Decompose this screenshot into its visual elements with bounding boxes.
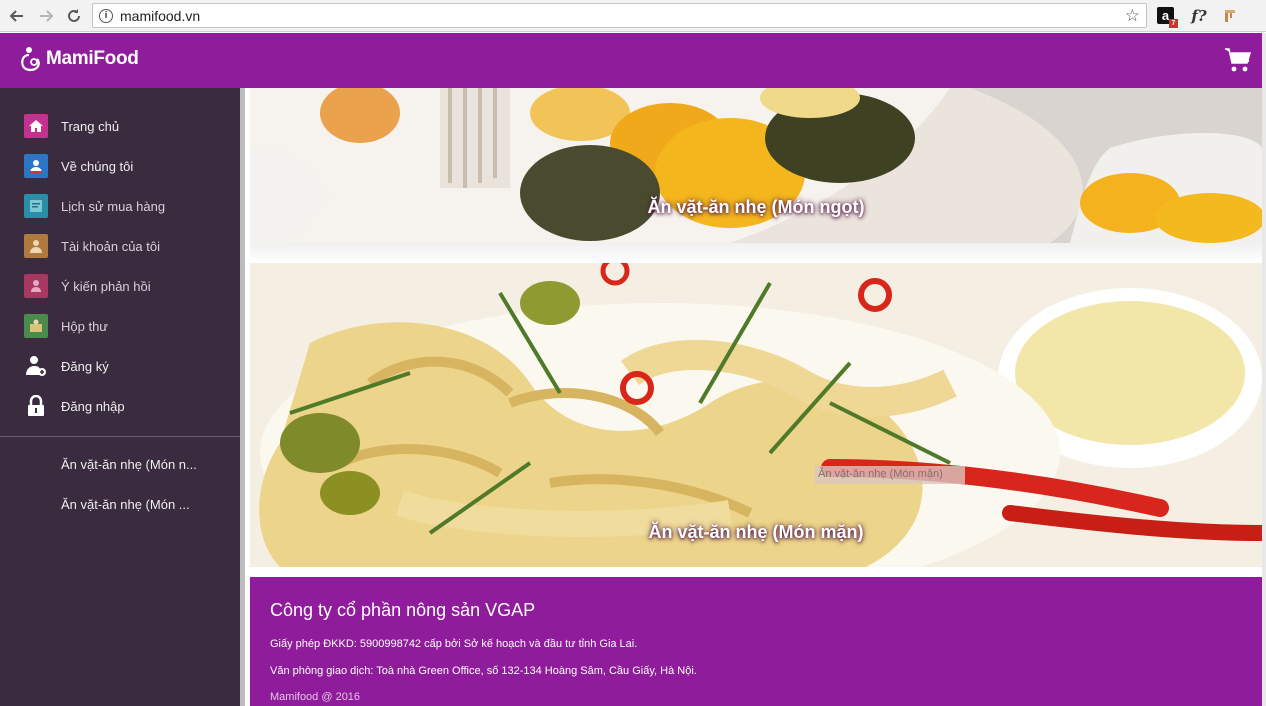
bookmark-star-icon[interactable]: ☆ [1125, 6, 1140, 26]
cart-icon[interactable] [1224, 46, 1252, 78]
banner-separator [250, 243, 1262, 263]
hover-tooltip: Ăn vặt-ăn nhẹ (Món mặn) [818, 468, 943, 480]
sidebar-divider [0, 436, 240, 437]
sidebar-item-register[interactable]: Đăng ký [0, 346, 240, 386]
forward-arrow-icon[interactable] [33, 3, 59, 29]
sidebar-scrollbar[interactable] [240, 88, 245, 706]
browser-toolbar: i mamifood.vn ☆ a 7 f? [0, 0, 1266, 32]
copyright: Mamifood @ 2016 [270, 691, 361, 703]
url-text: mamifood.vn [120, 7, 201, 24]
banner-caption: Ăn vặt-ăn nhẹ (Món mặn) [648, 522, 864, 542]
lock-icon [24, 394, 48, 418]
sweet-dessert-image [250, 88, 1262, 243]
sidebar-category-sweet[interactable]: Ăn vặt-ăn nhẹ (Món n... [61, 457, 197, 472]
feedback-icon [24, 274, 48, 298]
logo[interactable]: MamiFood [20, 45, 139, 73]
extension-badge: 7 [1169, 19, 1178, 28]
footer: Công ty cổ phần nông sản VGAP Giấy phép … [250, 577, 1262, 706]
logo-text: MamiFood [46, 48, 139, 69]
sidebar-item-mailbox[interactable]: Hộp thư [0, 306, 240, 346]
mailbox-icon [24, 314, 48, 338]
sidebar-item-account[interactable]: Tài khoản của tôi [0, 226, 240, 266]
page-scrollbar[interactable] [1262, 33, 1266, 706]
office-address: Văn phòng giao dịch: Toà nhà Green Offic… [270, 665, 697, 677]
business-license: Giấy phép ĐKKD: 5900998742 cấp bởi Sở kế… [270, 638, 638, 650]
sidebar-item-label: Tài khoản của tôi [61, 238, 161, 254]
account-icon [24, 234, 48, 258]
history-icon [24, 194, 48, 218]
reload-icon[interactable] [61, 3, 87, 29]
app-header: MamiFood [0, 33, 1262, 88]
about-icon [24, 154, 48, 178]
home-icon [24, 114, 48, 138]
sidebar-item-feedback[interactable]: Ý kiến phản hồi [0, 266, 240, 306]
register-icon [24, 354, 48, 378]
sidebar-item-label: Ý kiến phản hồi [61, 278, 151, 294]
sidebar-item-label: Về chúng tôi [61, 158, 134, 174]
sidebar-item-label: Lịch sử mua hàng [61, 198, 166, 214]
company-name: Công ty cổ phần nông sản VGAP [270, 600, 536, 620]
info-icon[interactable]: i [99, 8, 113, 23]
banner-caption: Ăn vặt-ăn nhẹ (Món ngọt) [647, 197, 865, 217]
address-bar[interactable]: i mamifood.vn ☆ [92, 3, 1147, 28]
sidebar-item-login[interactable]: Đăng nhập [0, 386, 240, 426]
back-arrow-icon[interactable] [4, 3, 30, 29]
sidebar-item-history[interactable]: Lịch sử mua hàng [0, 186, 240, 226]
sidebar-item-label: Đăng ký [61, 358, 109, 374]
amazon-extension-icon[interactable]: a 7 [1157, 7, 1178, 28]
pin-extension-icon[interactable] [1220, 5, 1242, 27]
sidebar-item-label: Đăng nhập [61, 398, 125, 414]
logo-mother-icon [21, 47, 40, 72]
font-extension-icon[interactable]: f? [1188, 5, 1210, 27]
sidebar: Trang chủ Về chúng tôi Lịch sử mua hàng … [0, 88, 240, 706]
sidebar-item-about[interactable]: Về chúng tôi [0, 146, 240, 186]
sidebar-category-salty[interactable]: Ăn vặt-ăn nhẹ (Món ... [61, 497, 190, 512]
sidebar-item-label: Hộp thư [61, 318, 109, 334]
sidebar-item-home[interactable]: Trang chủ [0, 106, 240, 146]
category-banner-salty[interactable]: Ăn vặt-ăn nhẹ (Món mặn) Ăn vặt-ăn nhẹ (M… [250, 263, 1262, 567]
category-banner-sweet[interactable]: Ăn vặt-ăn nhẹ (Món ngọt) [250, 88, 1262, 243]
sidebar-item-label: Trang chủ [61, 118, 120, 134]
